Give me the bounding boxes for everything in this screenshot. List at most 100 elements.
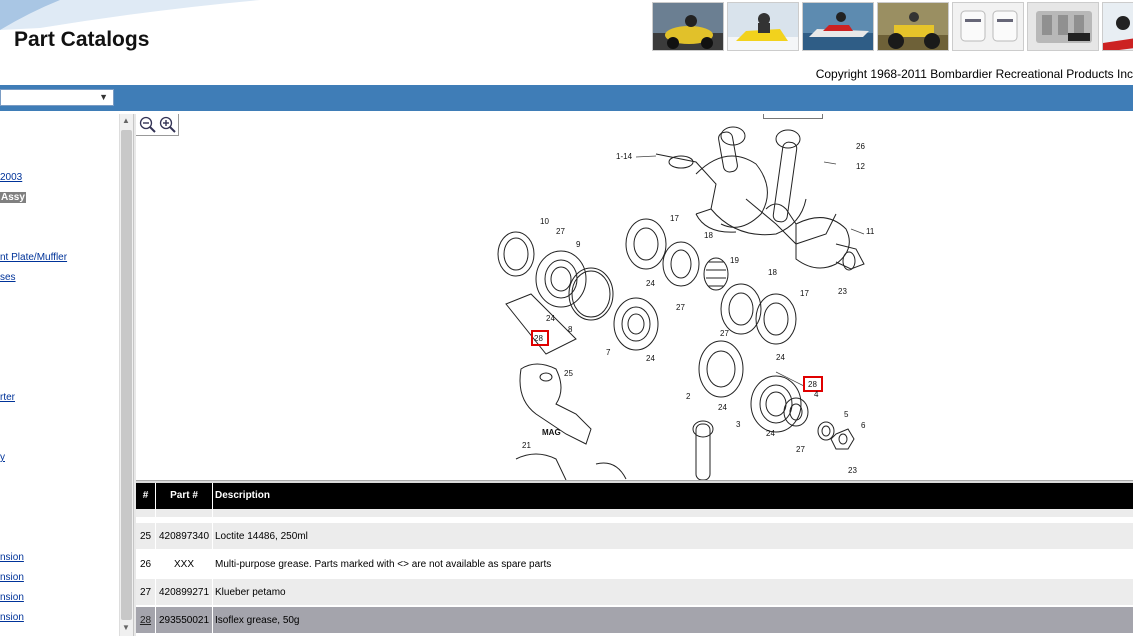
row-num: 27: [136, 579, 156, 607]
nav-scrollbar[interactable]: ▲ ▼: [119, 114, 133, 636]
row-num[interactable]: 28: [140, 615, 151, 626]
row-num: 25: [136, 523, 156, 551]
callout-label: 5: [844, 410, 849, 419]
callout-label: 24: [646, 279, 655, 288]
snowmobile-photo: [727, 2, 799, 51]
callout-label: 28: [808, 380, 817, 389]
header-swoosh-graphic: [0, 0, 260, 30]
callout-label: 24: [718, 403, 727, 412]
callout-label: 19: [730, 256, 739, 265]
copyright-notice: Copyright 1968-2011 Bombardier Recreatio…: [815, 67, 1133, 81]
zoom-in-icon[interactable]: [159, 116, 176, 133]
nav-item[interactable]: y: [0, 452, 5, 463]
callout-label: 17: [800, 289, 809, 298]
toolbar: [0, 85, 1133, 111]
scroll-thumb[interactable]: [121, 130, 132, 620]
outboard-photo: [952, 2, 1024, 51]
callout-label: 17: [670, 214, 679, 223]
callout-label: 4: [814, 390, 819, 399]
nav-item[interactable]: rter: [0, 392, 15, 403]
parts-table-header: # Part # Description: [136, 483, 1133, 509]
page-title: Part Catalogs: [14, 28, 150, 51]
app-header: Part Catalogs Copyright 1968-2011 Bombar…: [0, 0, 1133, 85]
callout-label: 24: [546, 314, 555, 323]
callout-label: 25: [564, 369, 573, 378]
nav-item[interactable]: nsion: [0, 592, 24, 603]
column-header-num[interactable]: #: [136, 483, 156, 509]
row-description: Klueber petamo: [215, 587, 286, 598]
callout-label: 28: [534, 334, 543, 343]
nav-item[interactable]: 2003: [0, 172, 22, 183]
callout-label: 26: [856, 142, 865, 151]
callout-label: 27: [796, 445, 805, 454]
callout-label: 12: [856, 162, 865, 171]
callout-label: 11: [866, 227, 875, 236]
row-part-number: 420897340: [156, 523, 213, 551]
row-num-link[interactable]: 28: [136, 607, 156, 635]
callout-label: 27: [556, 227, 565, 236]
callout-label: 3: [736, 420, 741, 429]
callout-label: 6: [861, 421, 866, 430]
column-header-description[interactable]: Description: [215, 483, 815, 509]
callout-label: 18: [704, 231, 713, 240]
row-num: 21: [136, 509, 156, 519]
callout-label: 10: [540, 217, 549, 226]
zoom-out-icon[interactable]: [139, 116, 156, 133]
callout-label: 8: [568, 325, 573, 334]
nav-item[interactable]: nsion: [0, 572, 24, 583]
catalog-tree: 2003 Assy nt Plate/Muffler ses rter y ns…: [0, 114, 133, 636]
crankshaft-assembly: [655, 126, 865, 271]
column-header-part[interactable]: Part #: [156, 483, 213, 509]
crankshaft-diagram: 1-14 26 12 11 10 27 9 17 18 19 24 27 8 2…: [497, 126, 875, 480]
callout-label: 27: [676, 303, 685, 312]
callout-label: 23: [838, 287, 847, 296]
spyder-photo: [652, 2, 724, 51]
exploded-diagram[interactable]: 1-14 26 12 11 10 27 9 17 18 19 24 27 8 2…: [136, 114, 1133, 480]
product-photo-strip: [652, 2, 1133, 51]
scroll-up-icon[interactable]: ▲: [122, 116, 130, 125]
callout-label: 23: [848, 466, 857, 475]
callout-label: 21: [522, 441, 531, 450]
left-bearing-group: [497, 231, 659, 355]
callout-label: 24: [766, 429, 775, 438]
row-part-number: XXX: [156, 551, 213, 579]
nav-item[interactable]: ses: [0, 272, 16, 283]
table-row[interactable]: 26 XXX Multi-purpose grease. Parts marke…: [136, 551, 1133, 579]
row-description: Loctite 14486, 250ml: [215, 531, 308, 542]
callout-label: 9: [576, 240, 581, 249]
row-part-number: 293550021: [156, 607, 213, 635]
nav-item[interactable]: nsion: [0, 612, 24, 623]
chevron-down-icon: ▼: [99, 92, 108, 102]
callout-label: MAG: [542, 428, 561, 437]
row-num: 26: [136, 551, 156, 579]
table-row[interactable]: 21 420297181 Loctite anti-seize: [136, 509, 1133, 519]
model-select[interactable]: ▼: [0, 89, 114, 106]
mag-side-assembly: [515, 363, 714, 480]
leader-lines: [635, 155, 865, 387]
table-row[interactable]: 25 420897340 Loctite 14486, 250ml: [136, 523, 1133, 551]
callout-label: 1-14: [616, 152, 633, 161]
callout-label: 2: [686, 392, 691, 401]
zoom-controls: [136, 114, 179, 136]
row-description: Multi-purpose grease. Parts marked with …: [215, 559, 552, 570]
scroll-down-icon[interactable]: ▼: [122, 623, 130, 632]
nav-item[interactable]: nsion: [0, 552, 24, 563]
nav-item[interactable]: nt Plate/Muffler: [0, 252, 67, 263]
row-part-number: 420297181: [156, 509, 213, 519]
atv-photo: [877, 2, 949, 51]
rotax-engine-photo: [1027, 2, 1099, 51]
nav-item-selected[interactable]: Assy: [0, 192, 26, 203]
row-description: Isoflex grease, 50g: [215, 615, 300, 626]
parts-table-body: 21 420297181 Loctite anti-seize 25 42089…: [136, 509, 1133, 636]
callout-label: 24: [646, 354, 655, 363]
callout-label: 27: [720, 329, 729, 338]
table-row[interactable]: 27 420899271 Klueber petamo: [136, 579, 1133, 607]
row-part-number: 420899271: [156, 579, 213, 607]
callout-label: 7: [606, 348, 611, 357]
table-row-selected[interactable]: 28 293550021 Isoflex grease, 50g: [136, 607, 1133, 635]
callout-label: 18: [768, 268, 777, 277]
row-description: Loctite anti-seize: [215, 509, 1115, 519]
callout-label: 24: [776, 353, 785, 362]
snowmobile-rider-photo: [1102, 2, 1133, 51]
watercraft-photo: [802, 2, 874, 51]
